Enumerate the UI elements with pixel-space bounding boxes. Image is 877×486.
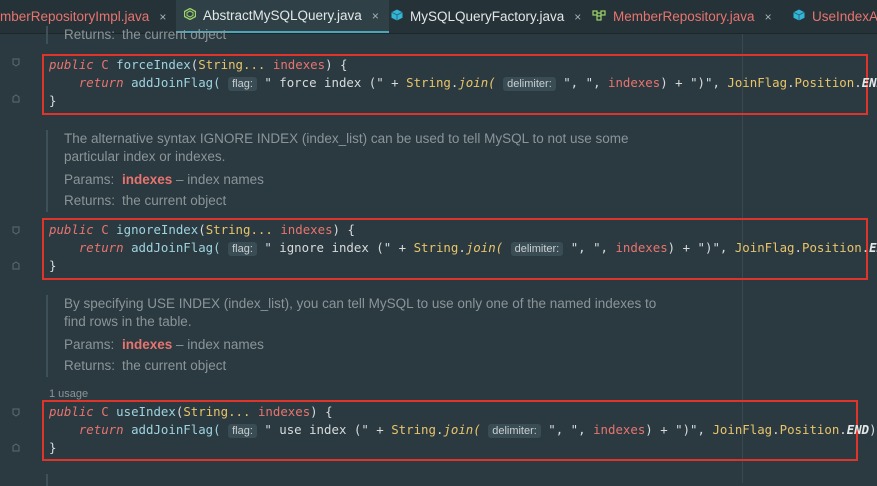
fold-icon[interactable] bbox=[12, 58, 20, 67]
tab-label: mberRepositoryImpl.java bbox=[0, 9, 150, 24]
doc-params-key: Params: bbox=[64, 172, 115, 187]
doc-params-name: indexes bbox=[122, 172, 173, 187]
class-icon bbox=[183, 7, 197, 23]
doc-description: The alternative syntax IGNORE INDEX (ind… bbox=[64, 131, 629, 164]
usage-count-link[interactable]: 1 usage bbox=[49, 388, 88, 400]
code-line-body: return addJoinFlag( flag: " ignore index… bbox=[78, 240, 877, 256]
close-icon[interactable]: × bbox=[159, 10, 166, 24]
doc-returns-key: Returns: bbox=[64, 358, 116, 373]
param-hint-delimiter: delimiter: bbox=[510, 242, 564, 256]
doc-returns-value: the current object bbox=[122, 27, 227, 42]
doc-returns-key: Returns: bbox=[64, 27, 116, 42]
fold-icon[interactable] bbox=[12, 94, 20, 103]
doc-params-name: indexes bbox=[122, 337, 173, 352]
code-line-close: } bbox=[49, 93, 57, 108]
param-hint-delimiter: delimiter: bbox=[503, 77, 556, 91]
param-hint-flag: flag: bbox=[228, 424, 257, 438]
code-line-close: } bbox=[49, 258, 57, 273]
doc-returns-value: the current object bbox=[122, 358, 227, 373]
param-hint-flag: flag: bbox=[228, 77, 257, 91]
doc-comment-partial bbox=[46, 474, 704, 486]
interface-icon bbox=[592, 9, 606, 24]
param-hint-delimiter: delimiter: bbox=[488, 424, 541, 438]
close-icon[interactable]: × bbox=[372, 9, 379, 23]
doc-description: By specifying USE INDEX (index_list), yo… bbox=[64, 296, 657, 329]
code-line-body: return addJoinFlag( flag: " force index … bbox=[78, 75, 877, 91]
fold-icon[interactable] bbox=[12, 408, 20, 417]
tab-label: AbstractMySQLQuery.java bbox=[203, 8, 362, 23]
tab-use-index-ap[interactable]: UseIndexAp bbox=[785, 0, 877, 33]
tab-label: UseIndexAp bbox=[812, 9, 877, 24]
fold-icon[interactable] bbox=[12, 261, 20, 270]
close-icon[interactable]: × bbox=[765, 10, 772, 24]
fold-icon[interactable] bbox=[12, 443, 20, 452]
tab-label: MySQLQueryFactory.java bbox=[410, 9, 565, 24]
doc-returns-key: Returns: bbox=[64, 193, 116, 208]
code-line-close: } bbox=[49, 440, 57, 455]
cube-icon bbox=[391, 9, 403, 24]
doc-params-desc: – index names bbox=[176, 172, 264, 187]
code-line-body: return addJoinFlag( flag: " use index ("… bbox=[78, 422, 877, 438]
param-hint-flag: flag: bbox=[228, 242, 257, 256]
doc-comment-use-index: By specifying USE INDEX (index_list), yo… bbox=[46, 295, 704, 377]
tab-label: MemberRepository.java bbox=[613, 9, 755, 24]
code-editor[interactable]: Returns: the current object public C forc… bbox=[0, 26, 877, 486]
doc-returns-value: the current object bbox=[122, 193, 227, 208]
doc-comment-ignore-index: The alternative syntax IGNORE INDEX (ind… bbox=[46, 130, 704, 212]
cube-icon bbox=[793, 9, 805, 24]
doc-params-desc: – index names bbox=[176, 337, 264, 352]
doc-params-key: Params: bbox=[64, 337, 115, 352]
doc-comment-partial: Returns: the current object bbox=[46, 26, 704, 44]
code-line-signature: public C ignoreIndex(String... indexes) … bbox=[49, 222, 355, 237]
close-icon[interactable]: × bbox=[574, 10, 581, 24]
fold-icon[interactable] bbox=[12, 226, 20, 235]
code-line-signature: public C forceIndex(String... indexes) { bbox=[49, 57, 348, 72]
code-line-signature: public C useIndex(String... indexes) { bbox=[49, 404, 333, 419]
